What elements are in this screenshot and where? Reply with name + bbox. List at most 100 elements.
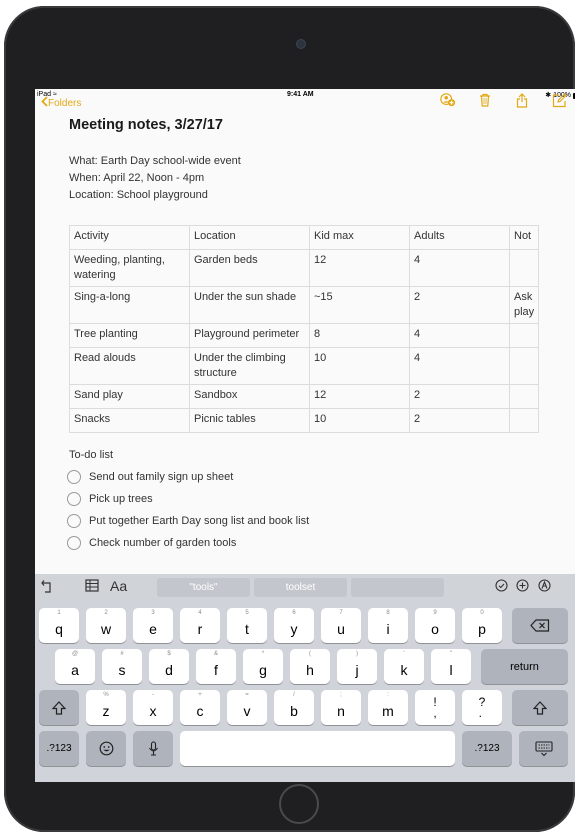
markup-icon[interactable] (538, 579, 551, 595)
table-cell[interactable]: Garden beds (189, 249, 310, 287)
note-title[interactable]: Meeting notes, 3/27/17 (69, 117, 223, 133)
table-header[interactable]: Activity (69, 225, 190, 250)
key[interactable]: 9o (415, 608, 455, 643)
key[interactable]: / b (274, 690, 314, 725)
key[interactable]: ; n (321, 690, 361, 725)
checkbox-circle-icon[interactable] (67, 492, 81, 506)
table-cell[interactable]: 2 (409, 286, 510, 324)
table-cell[interactable]: Under the sun shade (189, 286, 310, 324)
todo-item[interactable]: Pick up trees (67, 491, 467, 511)
space-bar[interactable] (180, 731, 455, 766)
checkbox-circle-icon[interactable] (67, 470, 81, 484)
numbers-key-left[interactable]: .?123 (39, 731, 79, 766)
note-meta[interactable]: What: Earth Day school-wide event When: … (69, 153, 241, 204)
add-icon[interactable] (516, 579, 529, 595)
key[interactable]: @ a (55, 649, 95, 684)
table-cell[interactable]: Picnic tables (189, 408, 310, 433)
key[interactable]: 6y (274, 608, 314, 643)
todo-item[interactable]: Send out family sign up sheet (67, 469, 467, 489)
table-cell[interactable]: Snacks (69, 408, 190, 433)
table-cell[interactable] (508, 408, 540, 433)
table-cell[interactable]: 4 (409, 249, 510, 287)
key[interactable]: # s (102, 649, 142, 684)
suggestion-2[interactable]: toolset (254, 578, 347, 597)
key[interactable]: % z (86, 690, 126, 725)
table-cell[interactable]: 8 (309, 323, 410, 348)
table-cell[interactable]: Playground perimeter (189, 323, 310, 348)
trash-icon[interactable] (477, 92, 493, 108)
hide-keyboard-key[interactable] (519, 731, 568, 766)
shift-key-left[interactable] (39, 690, 79, 725)
table-cell[interactable]: 12 (309, 249, 410, 287)
return-key[interactable]: return (481, 649, 568, 684)
key[interactable]: :m (368, 690, 408, 725)
key[interactable]: 5t (227, 608, 267, 643)
activity-table[interactable]: Activity Location Kid max Adults Not Wee… (69, 225, 540, 433)
table-cell[interactable]: 4 (409, 347, 510, 385)
todo-item[interactable]: Check number of garden tools (67, 535, 467, 555)
suggestion-3[interactable] (351, 578, 444, 597)
key[interactable]: 8i (368, 608, 408, 643)
table-cell[interactable]: ~15 (309, 286, 410, 324)
key[interactable]: * g (243, 649, 283, 684)
dictation-key[interactable] (133, 731, 173, 766)
table-cell[interactable] (508, 323, 540, 348)
key[interactable]: -x (133, 690, 173, 725)
table-cell[interactable]: Sandbox (189, 384, 310, 409)
numbers-key-right[interactable]: .?123 (462, 731, 512, 766)
table-cell[interactable]: Read alouds (69, 347, 190, 385)
key[interactable]: " l (431, 649, 471, 684)
key[interactable]: 1q (39, 608, 79, 643)
key[interactable]: = v (227, 690, 267, 725)
table-header[interactable]: Location (189, 225, 310, 250)
table-cell[interactable]: 12 (309, 384, 410, 409)
table-cell[interactable]: 2 (409, 408, 510, 433)
checkbox-circle-icon[interactable] (67, 536, 81, 550)
key[interactable]: $ d (149, 649, 189, 684)
delete-key[interactable] (512, 608, 568, 643)
table-header[interactable]: Not (508, 225, 540, 250)
table-cell[interactable]: Sing-a-long (69, 286, 190, 324)
table-cell[interactable]: 10 (309, 347, 410, 385)
todo-title[interactable]: To-do list (69, 449, 113, 461)
emoji-key[interactable] (86, 731, 126, 766)
table-cell[interactable] (508, 249, 540, 287)
key[interactable]: (h (290, 649, 330, 684)
table-cell[interactable]: 10 (309, 408, 410, 433)
table-cell[interactable] (508, 347, 540, 385)
key-exclaim-comma[interactable]: ! , (415, 690, 455, 725)
share-icon[interactable] (514, 92, 530, 108)
table-header[interactable]: Kid max (309, 225, 410, 250)
key[interactable]: ' k (384, 649, 424, 684)
table-cell[interactable]: Tree planting (69, 323, 190, 348)
add-people-icon[interactable] (440, 92, 456, 108)
shift-key-right[interactable] (512, 690, 568, 725)
table-cell[interactable]: Ask play (508, 286, 540, 324)
table-cell[interactable]: 2 (409, 384, 510, 409)
table-header[interactable]: Adults (409, 225, 510, 250)
back-button[interactable]: Folders (41, 96, 81, 109)
suggestion-1[interactable]: "tools" (157, 578, 250, 597)
key[interactable]: ) j (337, 649, 377, 684)
table-cell[interactable] (508, 384, 540, 409)
table-cell[interactable]: Weeding, planting, watering (69, 249, 190, 287)
undo-icon[interactable] (41, 579, 55, 596)
todo-item[interactable]: Put together Earth Day song list and boo… (67, 513, 467, 533)
key[interactable]: & f (196, 649, 236, 684)
format-button[interactable]: Aa (110, 578, 127, 594)
table-cell[interactable]: Sand play (69, 384, 190, 409)
key[interactable]: 7u (321, 608, 361, 643)
key[interactable]: 2w (86, 608, 126, 643)
key[interactable]: + c (180, 690, 220, 725)
key-question-period[interactable]: ? . (462, 690, 502, 725)
compose-icon[interactable] (551, 92, 567, 108)
key[interactable]: 4r (180, 608, 220, 643)
home-button[interactable] (279, 784, 319, 824)
key[interactable]: 0p (462, 608, 502, 643)
checklist-icon[interactable] (495, 579, 508, 595)
checkbox-circle-icon[interactable] (67, 514, 81, 528)
table-icon[interactable] (85, 579, 99, 595)
key[interactable]: 3e (133, 608, 173, 643)
table-cell[interactable]: Under the climbing structure (189, 347, 310, 385)
table-cell[interactable]: 4 (409, 323, 510, 348)
